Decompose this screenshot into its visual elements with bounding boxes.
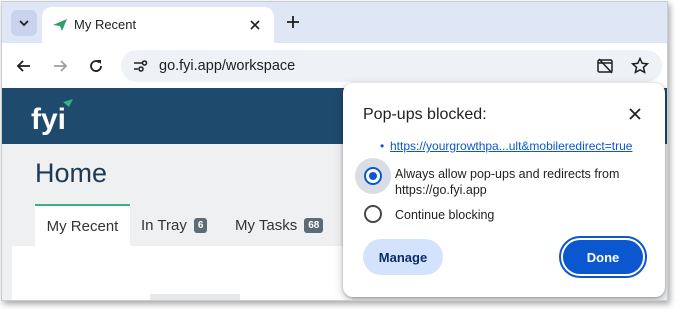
tab-label: My Tasks bbox=[235, 216, 298, 234]
tab-search-button[interactable] bbox=[11, 10, 37, 36]
chevron-down-icon bbox=[19, 20, 29, 27]
allow-popups-label[interactable]: Always allow pop-ups and redirects from … bbox=[395, 166, 619, 198]
close-icon[interactable] bbox=[246, 16, 264, 34]
popups-blocked-dialog: Pop-ups blocked: • https://yourgrowthpa.… bbox=[343, 83, 665, 297]
continue-blocking-radio[interactable] bbox=[364, 205, 382, 223]
dialog-title: Pop-ups blocked: bbox=[363, 106, 487, 123]
allow-popups-radio[interactable] bbox=[364, 167, 382, 185]
page-title: Home bbox=[35, 158, 108, 188]
popup-blocked-icon[interactable] bbox=[596, 57, 614, 75]
count-badge: 68 bbox=[304, 217, 324, 233]
tab-my-recent[interactable]: My Recent bbox=[35, 204, 130, 246]
browser-toolbar: go.fyi.app/workspace bbox=[2, 43, 667, 88]
url-text[interactable]: go.fyi.app/workspace bbox=[159, 58, 295, 74]
back-arrow-icon[interactable] bbox=[14, 56, 34, 76]
allow-label-line2: https://go.fyi.app bbox=[395, 183, 487, 197]
browser-window: My Recent go.fyi.app/workspace fyi Home … bbox=[1, 1, 668, 301]
allow-label-line1: Always allow pop-ups and redirects from bbox=[395, 167, 620, 181]
tab-strip: My Recent bbox=[2, 2, 667, 43]
site-settings-icon[interactable] bbox=[131, 57, 149, 75]
tab-label: My Recent bbox=[46, 217, 119, 235]
new-tab-plus-icon[interactable] bbox=[284, 13, 302, 31]
tab-in-tray[interactable]: In Tray 6 bbox=[141, 204, 208, 246]
bookmark-star-icon[interactable] bbox=[630, 56, 650, 76]
done-button[interactable]: Done bbox=[563, 240, 643, 274]
manage-button[interactable]: Manage bbox=[363, 239, 443, 275]
paper-plane-icon bbox=[53, 19, 67, 31]
browser-tab[interactable]: My Recent bbox=[42, 7, 274, 43]
count-badge: 6 bbox=[193, 217, 208, 233]
blocked-popup-link[interactable]: https://yourgrowthpa...ult&mobileredirec… bbox=[390, 139, 632, 153]
reload-icon[interactable] bbox=[86, 56, 106, 76]
forward-arrow-icon[interactable] bbox=[50, 56, 70, 76]
tab-my-tasks[interactable]: My Tasks 68 bbox=[235, 204, 324, 246]
tab-title: My Recent bbox=[74, 17, 137, 32]
content-panel bbox=[12, 246, 352, 300]
close-icon[interactable] bbox=[627, 106, 643, 122]
continue-blocking-label[interactable]: Continue blocking bbox=[395, 207, 494, 223]
address-bar[interactable]: go.fyi.app/workspace bbox=[121, 50, 662, 82]
tab-label: In Tray bbox=[141, 216, 187, 234]
svg-text:fyi: fyi bbox=[31, 103, 66, 136]
content-placeholder bbox=[150, 294, 240, 300]
bullet: • bbox=[380, 139, 385, 153]
fyi-logo[interactable]: fyi bbox=[31, 98, 75, 136]
